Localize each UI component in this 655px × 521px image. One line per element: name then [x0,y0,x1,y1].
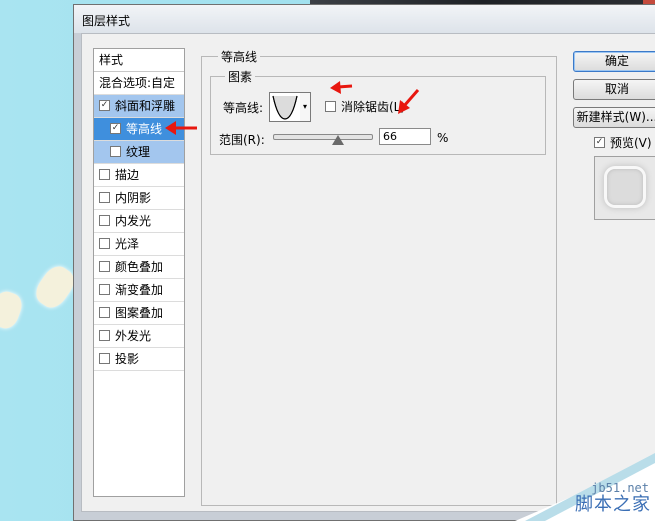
style-item[interactable]: 渐变叠加 [94,279,184,302]
style-preview-thumbnail [594,156,655,220]
title-bar[interactable]: 图层样式 [74,5,655,33]
style-item[interactable]: 颜色叠加 [94,256,184,279]
contour-group: 等高线 图素 等高线: ▾ 消除锯齿(L) 范围(R): 66 % [201,48,557,506]
style-item-checkbox[interactable] [99,169,110,180]
style-item[interactable]: 投影 [94,348,184,371]
range-unit: % [437,131,449,145]
dialog-client: 样式 混合选项:自定 ✓ 斜面和浮雕 ✓ 等高线纹理描边内阴影内发光光泽颜色叠加渐变叠… [81,33,655,512]
style-item-label: 描边 [115,168,140,182]
style-item[interactable]: 外发光 [94,325,184,348]
contour-group-title: 等高线 [218,48,261,65]
style-item[interactable]: 内阴影 [94,187,184,210]
style-item-checkbox[interactable] [99,330,110,341]
style-item-label: 投影 [115,352,140,366]
preview-label: 预览(V) [610,136,652,150]
style-item[interactable]: 内发光 [94,210,184,233]
anti-alias-checkbox[interactable]: 消除锯齿(L) [325,98,405,115]
style-item-checkbox[interactable] [99,261,110,272]
range-label: 范围(R): [219,133,265,147]
style-item-checkbox[interactable] [99,307,110,318]
background-blob [0,288,26,332]
style-item-label: 纹理 [126,145,151,159]
style-item-checkbox[interactable] [99,238,110,249]
cancel-button[interactable]: 取消 [573,79,655,100]
style-item-checkbox[interactable] [99,353,110,364]
contour-label: 等高线: [223,101,264,115]
style-item-label: 光泽 [115,237,140,251]
range-input[interactable]: 66 [379,128,431,145]
style-item[interactable]: 图案叠加 [94,302,184,325]
style-item-checkbox[interactable] [99,215,110,226]
style-list: 样式 混合选项:自定 ✓ 斜面和浮雕 ✓ 等高线纹理描边内阴影内发光光泽颜色叠加渐变叠… [93,48,185,497]
preview-checkbox-box[interactable]: ✓ [594,137,605,148]
elements-subgroup-title: 图素 [225,68,256,85]
annotation-arrow-icon [398,89,420,114]
style-item-checkbox[interactable] [99,284,110,295]
style-item-checkbox[interactable] [99,192,110,203]
style-item-checkbox[interactable]: ✓ [99,100,110,111]
style-item-label: 渐变叠加 [115,283,164,297]
range-slider-thumb[interactable] [331,135,344,145]
style-item[interactable]: 光泽 [94,233,184,256]
style-item-label: 等高线 [126,122,163,136]
style-item-label: 图案叠加 [115,306,164,320]
new-style-button[interactable]: 新建样式(W)... [573,107,655,128]
contour-curve-icon [272,95,298,120]
style-item-checkbox[interactable]: ✓ [110,123,121,134]
style-item[interactable]: 纹理 [94,141,184,164]
contour-dropdown-button[interactable]: ▾ [300,92,311,122]
blend-options-item[interactable]: 混合选项:自定 [94,72,184,95]
preview-shape [607,169,643,205]
style-list-header[interactable]: 样式 [94,49,184,72]
style-item-checkbox[interactable] [110,146,121,157]
contour-picker[interactable] [269,92,301,122]
style-item[interactable]: ✓ 斜面和浮雕 [94,95,184,118]
watermark-name: 脚本之家 [575,494,651,515]
style-item-label: 内阴影 [115,191,152,205]
style-item[interactable]: 描边 [94,164,184,187]
window-title: 图层样式 [82,14,131,28]
style-item-label: 内发光 [115,214,152,228]
anti-alias-checkbox-box[interactable] [325,101,336,112]
range-slider[interactable] [273,134,373,140]
style-item-label: 颜色叠加 [115,260,164,274]
style-item-label: 斜面和浮雕 [115,99,176,113]
layer-style-dialog: 图层样式 样式 混合选项:自定 ✓ 斜面和浮雕 ✓ 等高线纹理描边内阴影内发光光泽颜色… [73,4,655,521]
annotation-arrow-icon [330,81,353,94]
ok-button[interactable]: 确定 [573,51,655,72]
elements-subgroup: 图素 等高线: ▾ 消除锯齿(L) 范围(R): 66 % [210,68,546,155]
annotation-arrow-icon [165,121,197,135]
chevron-down-icon: ▾ [302,102,307,111]
style-item-label: 外发光 [115,329,152,343]
preview-checkbox[interactable]: ✓ 预览(V) [594,134,652,151]
